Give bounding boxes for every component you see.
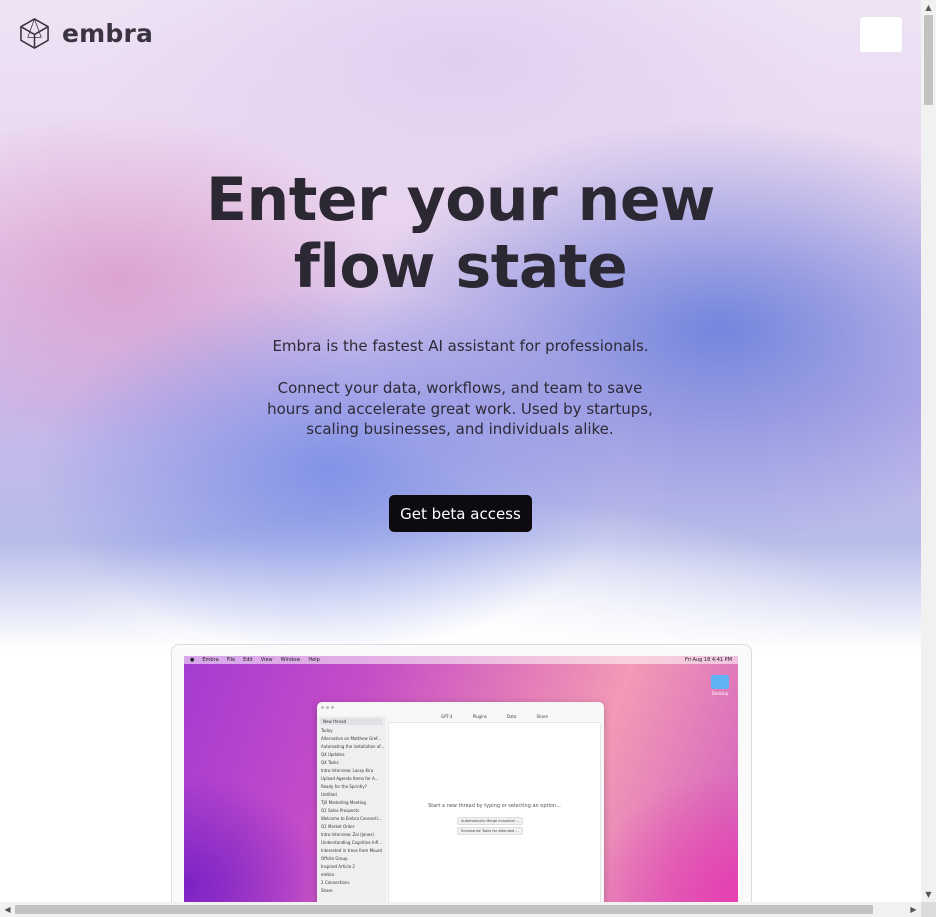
sidebar-thread-item: Intro Interview: Zai (Jones)	[321, 832, 374, 837]
sidebar-thread-item: Q1 Sales Prospects	[321, 808, 360, 813]
sidebar-thread-item: Ready for the Sprintly?	[321, 784, 367, 789]
desktop-folder-label: Desktop	[711, 691, 729, 696]
sidebar-thread-item: Interested in trees from Mount	[321, 848, 383, 853]
scroll-up-icon[interactable]: ▲	[921, 0, 936, 15]
new-thread-button: New thread	[320, 718, 383, 725]
menubar-item: Window	[280, 657, 301, 663]
app-main-panel: Start a new thread by typing or selectin…	[388, 722, 601, 902]
hero-subtitle: Embra is the fastest AI assistant for pr…	[272, 337, 649, 355]
apple-icon: ●	[190, 657, 195, 663]
sidebar-thread-item: Intro Interview: Lacey Kira	[321, 768, 374, 773]
cube-logo-icon	[20, 18, 49, 49]
scroll-down-icon[interactable]: ▼	[921, 887, 936, 902]
horizontal-scrollbar[interactable]: ◀ ▶	[0, 902, 921, 917]
horizontal-scroll-thumb[interactable]	[15, 905, 873, 914]
sidebar-thread-item: Understanding Cognitive Infl...	[321, 840, 382, 845]
hero-description: Connect your data, workflows, and team t…	[267, 379, 653, 438]
menubar-time: Fri Aug 18 4:41 PM	[685, 657, 732, 663]
brand-name: embra	[62, 19, 154, 48]
mac-menubar: ● Embra File Edit View Window Help Fri A…	[184, 656, 738, 664]
sidebar-thread-item: TJX Marketing Meeting	[321, 800, 366, 805]
sidebar-thread-item: Q4 Tasks	[321, 760, 339, 765]
minimize-dot-icon	[326, 706, 329, 709]
sidebar-thread-item: Automating the installation of...	[321, 744, 385, 749]
chip-label: Summarize	[461, 829, 481, 833]
sidebar-thread-item: Untitled	[321, 792, 337, 797]
toolbar-share: Share	[536, 714, 548, 719]
menubar-item: Embra	[202, 657, 219, 663]
sidebar-list: Alternative on Matthew Gref... Automating…	[317, 735, 386, 871]
brand-logo[interactable]: embra	[19, 17, 153, 50]
toolbar-data: Data	[506, 714, 517, 719]
get-beta-access-button[interactable]: Get beta access	[389, 495, 532, 532]
hero-title: Enter your new flow state	[0, 167, 921, 301]
product-screenshot: ● Embra File Edit View Window Help Fri A…	[184, 656, 738, 902]
scrollbar-corner	[921, 902, 936, 917]
scroll-left-icon[interactable]: ◀	[0, 902, 15, 917]
app-toolbar: GPT-4 Plugins Data Share	[387, 714, 602, 722]
zoom-dot-icon	[331, 706, 334, 709]
sidebar-thread-item: Alternative on Matthew Gref...	[321, 736, 382, 741]
sidebar-user-plan: 2 Connections	[321, 880, 350, 885]
vertical-scroll-thumb[interactable]	[924, 15, 933, 105]
sidebar-thread-item: Upload Agenda Items for A...	[321, 776, 379, 781]
empty-state-text: Start a new thread by typing or selectin…	[428, 803, 561, 809]
app-sidebar: New thread Today Alternative on Matthew …	[317, 716, 386, 902]
toolbar-model: GPT-4	[440, 714, 453, 719]
close-dot-icon	[321, 706, 324, 709]
vertical-scrollbar[interactable]: ▲ ▼	[921, 0, 936, 902]
sidebar-thread-item: Offsite Group	[321, 856, 348, 861]
suggestion-chip: Automatically Merge industrial ...	[457, 817, 524, 825]
folder-icon	[711, 675, 729, 689]
window-controls	[321, 706, 334, 709]
sidebar-section-label: Today	[321, 728, 333, 733]
sidebar-footer: Share	[321, 888, 333, 893]
chip-detail: Tasks for attended ...	[481, 829, 519, 833]
hero-title-line-2: flow state	[293, 232, 628, 302]
menubar-item: Help	[308, 657, 320, 663]
sidebar-thread-item: Welcome to Embra Connecti...	[321, 816, 382, 821]
sidebar-user-name: embra	[321, 872, 334, 877]
scroll-right-icon[interactable]: ▶	[906, 902, 921, 917]
sidebar-thread-item: Q1 Market Order	[321, 824, 355, 829]
sidebar-thread-item: Q4 Updates	[321, 752, 345, 757]
toolbar-plugins: Plugins	[472, 714, 487, 719]
menu-button[interactable]	[859, 16, 903, 53]
chip-label: Automatically	[461, 819, 486, 823]
menubar-item: View	[260, 657, 273, 663]
embra-app-window: GPT-4 Plugins Data Share New thread Toda…	[317, 702, 604, 902]
menubar-item: Edit	[243, 657, 253, 663]
chip-detail: Merge industrial ...	[486, 819, 520, 823]
suggestion-chip: Summarize Tasks for attended ...	[457, 827, 523, 835]
hero-title-line-1: Enter your new	[206, 165, 715, 235]
sidebar-thread-item: Inspired Article 2	[321, 864, 355, 869]
menubar-item: File	[226, 657, 236, 663]
page-viewport: embra Enter your new flow state Embra is…	[0, 0, 921, 902]
